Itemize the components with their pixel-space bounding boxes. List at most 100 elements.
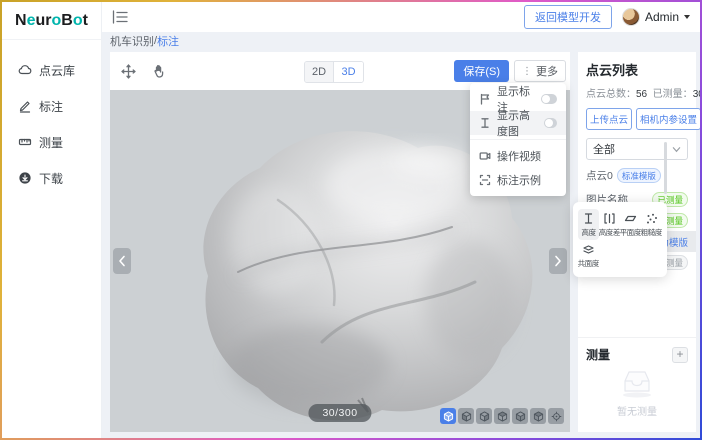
user-menu[interactable]: Admin [622,8,690,26]
top-header: 返回模型开发 Admin [102,2,700,32]
logo-text: N [15,12,27,30]
sidebar-item-label: 点云库 [39,62,75,79]
show-annotations-toggle[interactable] [541,94,557,104]
menu-item-tutorial-video[interactable]: 操作视频 [470,144,566,168]
sidebar-fold-icon[interactable] [112,10,128,24]
flatness-icon [624,212,637,225]
cube-icon [497,411,508,422]
toggle-2d[interactable]: 2D [305,62,334,82]
sidebar-item-download[interactable]: 下载 [2,160,101,196]
next-image-button[interactable] [549,248,567,274]
sidebar-item-annotate[interactable]: 标注 [2,88,101,124]
prev-image-button[interactable] [113,248,131,274]
cube-icon [515,411,526,422]
height-diff-icon [603,212,616,225]
tool-height[interactable]: 高度 [578,209,599,240]
window-frame: NeuroBot 点云库 标注 测量 下载 返回模型开发 [0,0,702,440]
sidebar-item-label: 下载 [39,170,63,187]
logo-gear-e: e [27,12,36,30]
breadcrumb-root[interactable]: 机车识别 [110,33,154,49]
pagination-badge: 30/300 [308,404,371,422]
username: Admin [645,10,679,24]
view-cube-right-button[interactable] [512,408,528,424]
app: NeuroBot 点云库 标注 测量 下载 返回模型开发 [2,2,700,438]
height-icon [582,212,595,225]
measure-tool-popover: 高度 高度差 平面度 粗糙度 [573,202,667,277]
sidebar-item-label: 测量 [39,134,63,151]
upload-pointcloud-button[interactable]: 上传点云 [586,108,632,130]
avatar [622,8,640,26]
video-icon [479,150,491,162]
pen-icon [18,99,32,113]
more-dots-icon: ⋮ [522,66,532,77]
cube-icon [533,411,544,422]
save-button[interactable]: 保存(S) [454,60,509,82]
breadcrumb: 机车识别/标注 [102,32,700,50]
cube-icon [461,411,472,422]
logo-gear-o2: o [73,12,83,30]
empty-text: 暂无测量 [617,403,657,418]
content: 2D 3D 保存(S) ⋮更多 显示标注 [102,50,700,438]
tool-coplanarity[interactable]: 共面度 [578,240,599,271]
measure-section-header: 测量 + [578,337,696,369]
view-cube-back-button[interactable] [476,408,492,424]
roughness-icon [645,212,658,225]
show-heightmap-toggle[interactable] [544,118,557,128]
toggle-3d[interactable]: 3D [334,62,363,82]
list-scrollbar[interactable] [664,142,667,194]
heightmap-icon [479,117,491,129]
pointcloud-name: 点云0 [586,168,613,183]
coplanarity-icon [582,243,595,256]
ruler-icon [18,135,32,149]
empty-tray-icon [617,367,657,399]
back-to-model-dev-button[interactable]: 返回模型开发 [524,5,612,29]
cube-icon [479,411,490,422]
total-count: 56 [636,89,647,100]
add-measurement-button[interactable]: + [672,347,688,363]
pan-move-icon[interactable] [120,63,137,80]
sidebar-menu: 点云库 标注 测量 下载 [2,40,101,196]
tool-height-diff[interactable]: 高度差 [599,209,620,240]
chevron-right-icon [554,255,562,267]
view-cube-left-button[interactable] [494,408,510,424]
view-cube-top-button[interactable] [530,408,546,424]
menu-item-annotation-examples[interactable]: 标注示例 [470,168,566,192]
filter-select[interactable]: 全部 [586,138,688,160]
hand-grab-icon[interactable] [151,63,168,80]
camera-intrinsics-button[interactable]: 相机内参设置 [636,108,700,130]
panel-stats: 点云总数：56 已测量：30 [586,85,688,100]
chevron-left-icon [118,255,126,267]
measured-count: 30 [693,89,700,100]
view-locate-button[interactable] [548,408,564,424]
main-area: 返回模型开发 Admin 机车识别/标注 2D 3D [102,2,700,438]
menu-item-show-heightmap[interactable]: 显示高度图 [470,111,566,135]
tool-roughness[interactable]: 粗糙度 [641,209,662,240]
cube-icon [443,411,454,422]
menu-divider [470,139,566,140]
pointcloud-group-row[interactable]: 点云0 标准模版 [586,168,688,183]
frame-icon [479,174,491,186]
view-cube-iso-button[interactable] [440,408,456,424]
canvas-card: 2D 3D 保存(S) ⋮更多 显示标注 [110,52,570,432]
tool-flatness[interactable]: 平面度 [620,209,641,240]
chevron-down-icon [684,15,690,19]
sidebar: NeuroBot 点云库 标注 测量 下载 [2,2,102,438]
empty-state: 暂无测量 [578,367,696,418]
locate-crosshair-icon [551,411,562,422]
view-buttons [440,408,564,424]
sidebar-item-measure[interactable]: 测量 [2,124,101,160]
sidebar-item-label: 标注 [39,98,63,115]
panel-title: 点云列表 [586,60,688,79]
more-button[interactable]: ⋮更多 [514,60,566,82]
measure-title: 测量 [586,346,610,363]
app-logo: NeuroBot [2,2,101,40]
download-icon [18,171,32,185]
dimension-toggle: 2D 3D [304,61,364,83]
flag-icon [479,93,491,105]
pointcloud-panel: 点云列表 点云总数：56 已测量：30 上传点云 相机内参设置 全部 点云0 标… [578,52,696,432]
filter-value: 全部 [593,141,615,157]
chevron-down-icon [672,145,681,154]
sidebar-item-pointcloud-library[interactable]: 点云库 [2,52,101,88]
view-cube-front-button[interactable] [458,408,474,424]
breadcrumb-current: 标注 [157,33,179,49]
